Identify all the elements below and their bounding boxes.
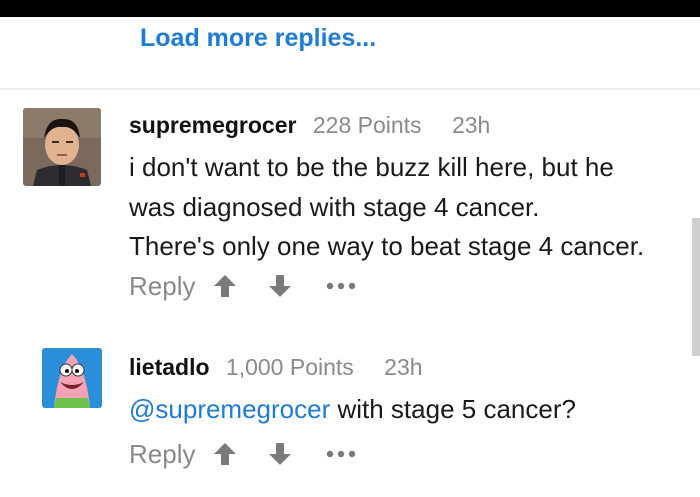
avatar-image [23, 108, 101, 186]
comment-text-line: There's only one way to beat stage 4 can… [129, 231, 645, 261]
divider [0, 88, 700, 90]
arrow-down-icon [269, 443, 292, 465]
avatar[interactable] [23, 108, 101, 186]
reply-button[interactable]: Reply [129, 271, 195, 302]
comment-actions: Reply [129, 439, 356, 469]
comment: supremegrocer 228 Points 23h i don't wan… [0, 104, 690, 314]
upvote-button[interactable] [213, 273, 237, 299]
reply-button[interactable]: Reply [129, 439, 195, 470]
comment-header: lietadlo 1,000 Points 23h [129, 354, 423, 381]
avatar-image [42, 348, 102, 408]
user-mention-link[interactable]: @supremegrocer [129, 394, 330, 424]
timestamp: 23h [451, 112, 491, 138]
points-count: 228 Points [312, 112, 422, 138]
points-count: 1,000 Points [225, 354, 354, 380]
avatar[interactable] [42, 348, 102, 408]
arrow-up-icon [214, 443, 237, 465]
comment-body: @supremegrocer with stage 5 cancer? [129, 390, 689, 430]
timestamp: 23h [384, 354, 423, 380]
more-options-icon [327, 450, 356, 458]
top-status-bar [0, 0, 700, 17]
more-options-button[interactable] [326, 445, 356, 463]
username[interactable]: supremegrocer [129, 112, 296, 138]
comment-actions: Reply [129, 271, 356, 301]
comment-text: with stage 5 cancer? [330, 394, 576, 424]
comment: lietadlo 1,000 Points 23h @supremegrocer… [0, 346, 690, 486]
scrollbar-thumb[interactable] [692, 218, 700, 356]
downvote-button[interactable] [268, 441, 292, 467]
more-options-button[interactable] [326, 277, 356, 295]
upvote-button[interactable] [213, 441, 237, 467]
downvote-button[interactable] [268, 273, 292, 299]
comment-body: i don't want to be the buzz kill here, b… [129, 148, 689, 267]
comment-text-line: was diagnosed with stage 4 cancer. [129, 191, 540, 222]
comment-text-line: i don't want to be the buzz kill here, b… [129, 152, 614, 182]
arrow-down-icon [269, 275, 292, 297]
arrow-up-icon [214, 275, 237, 297]
comment-header: supremegrocer 228 Points 23h [129, 112, 490, 139]
more-options-icon [327, 282, 356, 290]
load-more-replies-link[interactable]: Load more replies... [140, 24, 376, 53]
username[interactable]: lietadlo [129, 354, 210, 380]
